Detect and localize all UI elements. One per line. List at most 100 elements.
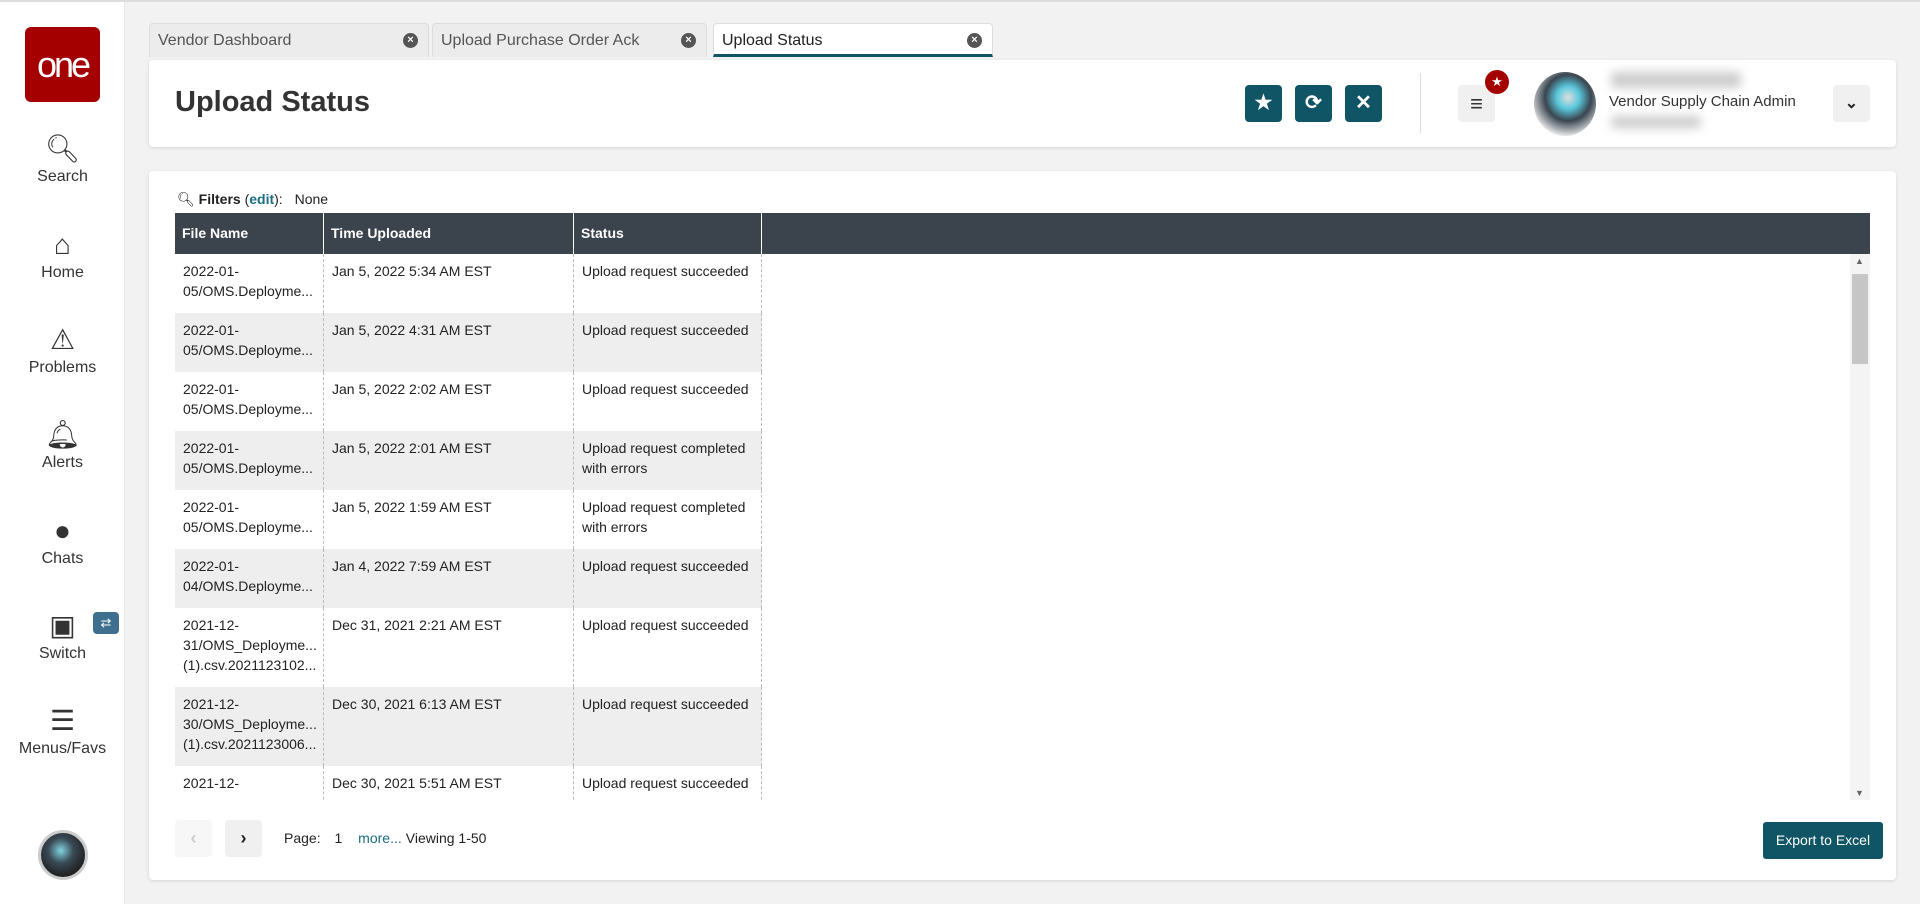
file-name-cell: 2022-01- 05/OMS.Deployme... <box>175 431 324 490</box>
warning-icon: ⚠︎ <box>49 324 76 355</box>
status-cell: Upload request completed with errors <box>574 490 762 549</box>
star-icon: ★ <box>1254 92 1273 114</box>
tab-label: Upload Purchase Order Ack <box>441 32 640 49</box>
time-uploaded-cell: Jan 5, 2022 2:02 AM EST <box>324 372 574 431</box>
sidebar-item-menus-favs[interactable]: ☰ Menus/Favs <box>0 706 125 758</box>
refresh-button[interactable]: ⟳ <box>1295 85 1332 122</box>
file-name-cell-line: 05/OMS.Deployme... <box>183 283 313 299</box>
edit-filters-link[interactable]: edit <box>249 191 274 207</box>
status-cell: Upload request succeeded <box>574 313 762 372</box>
sidebar-item-chats[interactable]: ● Chats <box>0 516 125 568</box>
table-row[interactable]: 2021-12- 31/OMS_Deployme... (1).csv.202112… <box>175 608 762 687</box>
label: Problems <box>28 359 97 376</box>
close-icon: ✕ <box>1355 92 1372 114</box>
file-name-cell: 2022-01- 04/OMS.Deployme... <box>175 549 324 608</box>
chat-icon: ● <box>54 515 71 546</box>
time-uploaded-cell-line: Jan 5, 2022 4:31 AM EST <box>332 322 492 338</box>
sidebar: one 🔍︎ Search ⌂ Home ⚠︎ Problems 🔔︎ Alerts ●… <box>0 2 125 904</box>
tab-label: Upload Status <box>722 32 823 49</box>
status-cell-line: Upload request completed <box>582 499 746 515</box>
tab-upload-status[interactable]: Upload Status × <box>713 23 993 57</box>
tab-upload-purchase-order-ack[interactable]: Upload Purchase Order Ack × <box>432 23 707 57</box>
home-icon: ⌂ <box>54 229 71 260</box>
column-header-time-uploaded[interactable]: Time Uploaded <box>324 213 574 254</box>
time-uploaded-cell: Dec 30, 2021 6:13 AM EST <box>324 687 574 766</box>
file-name-cell-line: 2021-12- <box>183 775 240 791</box>
status-cell-line: Upload request succeeded <box>582 696 749 712</box>
status-cell-line: Upload request succeeded <box>582 558 749 574</box>
user-avatar[interactable] <box>38 830 88 880</box>
user-role: Vendor Supply Chain Admin <box>1609 93 1796 110</box>
redacted-name <box>1611 72 1741 88</box>
next-page-button[interactable]: › <box>225 820 262 857</box>
table-row[interactable]: 2022-01- 05/OMS.Deployme... Jan 5, 2022 5:… <box>175 254 762 313</box>
time-uploaded-cell: Jan 5, 2022 2:01 AM EST <box>324 431 574 490</box>
status-cell: Upload request completed with errors <box>574 431 762 490</box>
close-tab-icon[interactable]: × <box>681 33 696 48</box>
page-header: Upload Status ★ ⟳ ✕ ≡ ★ Vendor Supply Ch… <box>149 60 1896 147</box>
export-to-excel-button[interactable]: Export to Excel <box>1763 822 1883 859</box>
label: Switch <box>38 645 87 662</box>
refresh-icon: ⟳ <box>1305 92 1322 114</box>
favorite-button[interactable]: ★ <box>1245 85 1282 122</box>
time-uploaded-cell: Jan 4, 2022 7:59 AM EST <box>324 549 574 608</box>
page-label: Page: <box>284 830 321 846</box>
tab-label: Vendor Dashboard <box>158 32 292 49</box>
scroll-up-icon[interactable]: ▲ <box>1855 256 1864 266</box>
file-name-cell-line: 2022-01- <box>183 558 240 574</box>
table-row[interactable]: 2022-01- 05/OMS.Deployme... Jan 5, 2022 4:… <box>175 313 762 372</box>
label: Home <box>41 264 84 281</box>
time-uploaded-cell-line: Jan 5, 2022 2:01 AM EST <box>332 440 492 456</box>
status-cell: Upload request succeeded <box>574 549 762 608</box>
label: Chats <box>41 550 84 567</box>
file-name-cell-line: 2022-01- <box>183 381 240 397</box>
table-row[interactable]: 2022-01- 05/OMS.Deployme... Jan 5, 2022 2:… <box>175 431 762 490</box>
close-tab-icon[interactable]: × <box>403 33 418 48</box>
status-cell: Upload request succeeded <box>574 372 762 431</box>
sidebar-item-home[interactable]: ⌂ Home <box>0 230 125 282</box>
file-name-cell-line: 05/OMS.Deployme... <box>183 342 313 358</box>
sidebar-item-alerts[interactable]: 🔔︎ Alerts <box>0 420 125 472</box>
file-name-cell-line: 2022-01- <box>183 499 240 515</box>
file-name-cell: 2022-01- 05/OMS.Deployme... <box>175 313 324 372</box>
scrollbar-thumb[interactable] <box>1852 274 1868 364</box>
table-row[interactable]: 2022-01- 05/OMS.Deployme... Jan 5, 2022 1:… <box>175 490 762 549</box>
close-tab-icon[interactable]: × <box>967 33 982 48</box>
tab-vendor-dashboard[interactable]: Vendor Dashboard × <box>149 23 429 57</box>
file-name-cell-line: 30/OMS_Deployme... <box>183 716 317 732</box>
file-name-cell-line: 05/OMS.Deployme... <box>183 519 313 535</box>
divider <box>1420 73 1421 133</box>
status-cell-line: Upload request succeeded <box>582 263 749 279</box>
switch-badge-icon[interactable]: ⇄ <box>93 612 119 634</box>
profile-dropdown-button[interactable]: ⌄ <box>1833 85 1870 122</box>
file-name-cell-line: 2022-01- <box>183 322 240 338</box>
table-body: 2022-01- 05/OMS.Deployme... Jan 5, 2022 5:… <box>175 254 1870 800</box>
file-name-cell: 2022-01- 05/OMS.Deployme... <box>175 490 324 549</box>
profile-avatar[interactable] <box>1534 72 1596 136</box>
table-row[interactable]: 2021-12- 30/OMS_Deployme... (1).csv.202112… <box>175 687 762 766</box>
column-header-status[interactable]: Status <box>574 213 762 254</box>
app-logo[interactable]: one <box>25 27 100 102</box>
filters-label: Filters <box>198 191 241 207</box>
column-header-file-name[interactable]: File Name <box>175 213 324 254</box>
more-pages-link[interactable]: more... <box>358 830 402 846</box>
close-button[interactable]: ✕ <box>1345 85 1382 122</box>
file-name-cell-line: (1).csv.2021123102... <box>183 657 317 673</box>
time-uploaded-cell: Jan 5, 2022 1:59 AM EST <box>324 490 574 549</box>
scrollbar[interactable]: ▲ ▼ <box>1850 254 1870 800</box>
scroll-down-icon[interactable]: ▼ <box>1855 788 1864 798</box>
table-row[interactable]: 2022-01- 04/OMS.Deployme... Jan 4, 2022 7:… <box>175 549 762 608</box>
page-title: Upload Status <box>175 86 370 118</box>
file-name-cell-line: 05/OMS.Deployme... <box>183 460 313 476</box>
prev-page-button[interactable]: ‹ <box>175 820 212 857</box>
search-icon: 🔍︎ <box>44 133 81 164</box>
file-name-cell: 2021-12- 30/OMS_Deployme... (1).csv.202112… <box>175 687 324 766</box>
sidebar-item-search[interactable]: 🔍︎ Search <box>0 134 125 186</box>
redacted-org <box>1611 116 1701 128</box>
status-cell: Upload request succeeded <box>574 687 762 766</box>
sidebar-item-problems[interactable]: ⚠︎ Problems <box>0 325 125 377</box>
label: Menus/Favs <box>18 740 107 757</box>
table-row[interactable]: 2022-01- 05/OMS.Deployme... Jan 5, 2022 2:… <box>175 372 762 431</box>
table-row[interactable]: 2021-12- Dec 30, 2021 5:51 AM EST Upload r… <box>175 766 762 800</box>
file-name-cell-line: 2022-01- <box>183 263 240 279</box>
